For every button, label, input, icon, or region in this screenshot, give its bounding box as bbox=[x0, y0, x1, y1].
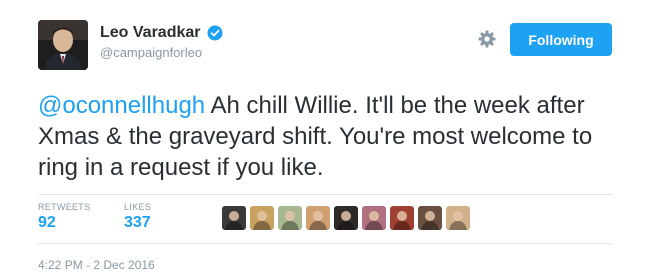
liker-avatar[interactable] bbox=[418, 206, 442, 230]
tweet-timestamp[interactable]: 4:22 PM - 2 Dec 2016 bbox=[38, 258, 155, 272]
likes-label: LIKES bbox=[124, 202, 152, 212]
divider bbox=[38, 243, 612, 244]
retweets-stat[interactable]: RETWEETS 92 bbox=[38, 202, 90, 232]
likes-count: 337 bbox=[124, 214, 151, 231]
author-photo bbox=[38, 20, 88, 70]
likes-stat[interactable]: LIKES 337 bbox=[124, 202, 151, 232]
liker-avatars bbox=[222, 206, 470, 230]
liker-avatar[interactable] bbox=[390, 206, 414, 230]
gear-icon[interactable] bbox=[478, 30, 496, 48]
retweets-label: RETWEETS bbox=[38, 202, 91, 212]
mention-link[interactable]: @oconnellhugh bbox=[38, 92, 205, 119]
liker-avatar[interactable] bbox=[334, 206, 358, 230]
liker-avatar[interactable] bbox=[278, 206, 302, 230]
retweets-count: 92 bbox=[38, 214, 56, 231]
following-button[interactable]: Following bbox=[510, 23, 612, 56]
divider bbox=[38, 194, 612, 195]
liker-avatar[interactable] bbox=[250, 206, 274, 230]
author-avatar[interactable] bbox=[38, 20, 88, 70]
liker-avatar[interactable] bbox=[362, 206, 386, 230]
verified-badge-icon bbox=[207, 25, 223, 41]
author-screen-name[interactable]: @campaignforleo bbox=[100, 45, 223, 60]
liker-avatar[interactable] bbox=[306, 206, 330, 230]
author-info: Leo Varadkar @campaignforleo bbox=[100, 24, 223, 60]
tweet-text: @oconnellhugh Ah chill Willie. It'll be … bbox=[38, 90, 628, 183]
liker-avatar[interactable] bbox=[446, 206, 470, 230]
liker-avatar[interactable] bbox=[222, 206, 246, 230]
author-display-name[interactable]: Leo Varadkar bbox=[100, 24, 201, 42]
